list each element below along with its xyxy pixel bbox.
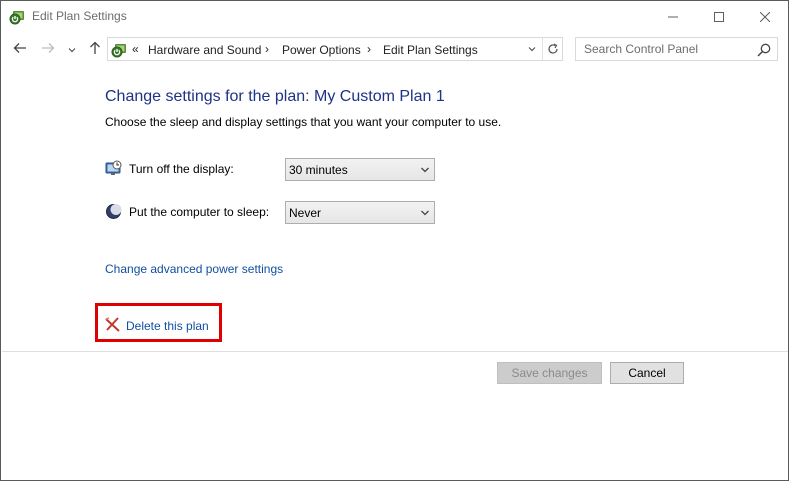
- power-options-icon: [9, 8, 26, 25]
- sleep-timeout-select[interactable]: Never: [285, 201, 435, 224]
- close-button[interactable]: [742, 1, 788, 32]
- monitor-icon: [105, 160, 122, 177]
- close-icon: [760, 11, 770, 22]
- navigation-bar: « Hardware and Sound › Power Options › E…: [1, 34, 788, 64]
- breadcrumb-edit-plan-settings[interactable]: Edit Plan Settings: [383, 43, 478, 57]
- delete-icon[interactable]: [104, 316, 121, 333]
- save-changes-button[interactable]: Save changes: [497, 362, 602, 384]
- breadcrumb-power-options[interactable]: Power Options: [282, 43, 361, 57]
- page-description: Choose the sleep and display settings th…: [105, 115, 502, 129]
- control-panel-icon: [111, 41, 128, 58]
- footer-divider: [2, 351, 788, 352]
- minimize-icon: [668, 12, 678, 22]
- address-overflow-chevron[interactable]: «: [132, 42, 139, 56]
- maximize-button[interactable]: [696, 1, 742, 32]
- maximize-icon: [714, 11, 724, 22]
- arrow-right-icon: [41, 42, 55, 57]
- breadcrumb-separator[interactable]: ›: [265, 42, 269, 56]
- delete-plan-link[interactable]: Delete this plan: [126, 319, 209, 333]
- advanced-power-settings-link[interactable]: Change advanced power settings: [105, 262, 283, 276]
- page-title: Change settings for the plan: My Custom …: [105, 88, 445, 105]
- up-button[interactable]: [85, 39, 105, 59]
- search-input[interactable]: [577, 39, 753, 59]
- minimize-button[interactable]: [650, 1, 696, 32]
- arrow-left-icon: [13, 42, 27, 57]
- sleep-timeout-value: Never: [289, 206, 322, 220]
- recent-locations-button[interactable]: [65, 39, 79, 59]
- chevron-down-icon: [421, 167, 429, 173]
- edit-plan-settings-window: Edit Plan Settings « Hardware and Sound …: [0, 0, 789, 481]
- window-title: Edit Plan Settings: [32, 9, 127, 23]
- display-timeout-select[interactable]: 30 minutes: [285, 158, 435, 181]
- forward-button[interactable]: [38, 39, 58, 59]
- breadcrumb-separator[interactable]: ›: [367, 42, 371, 56]
- address-bar[interactable]: « Hardware and Sound › Power Options › E…: [107, 37, 563, 61]
- title-bar: Edit Plan Settings: [1, 1, 788, 32]
- display-timeout-label: Turn off the display:: [129, 162, 234, 176]
- arrow-up-icon: [89, 41, 101, 58]
- refresh-button[interactable]: [542, 38, 563, 60]
- breadcrumb-hardware-and-sound[interactable]: Hardware and Sound: [148, 43, 261, 57]
- chevron-down-icon: [421, 210, 429, 216]
- chevron-down-icon: [68, 42, 76, 56]
- refresh-icon: [548, 43, 558, 54]
- search-icon[interactable]: [756, 42, 772, 58]
- chevron-down-icon: [528, 47, 536, 52]
- address-dropdown-button[interactable]: [521, 38, 542, 60]
- search-box[interactable]: [575, 37, 778, 61]
- sleep-timeout-label: Put the computer to sleep:: [129, 205, 270, 219]
- cancel-button[interactable]: Cancel: [610, 362, 684, 384]
- sleep-icon: [105, 203, 122, 220]
- back-button[interactable]: [10, 39, 30, 59]
- display-timeout-value: 30 minutes: [289, 163, 348, 177]
